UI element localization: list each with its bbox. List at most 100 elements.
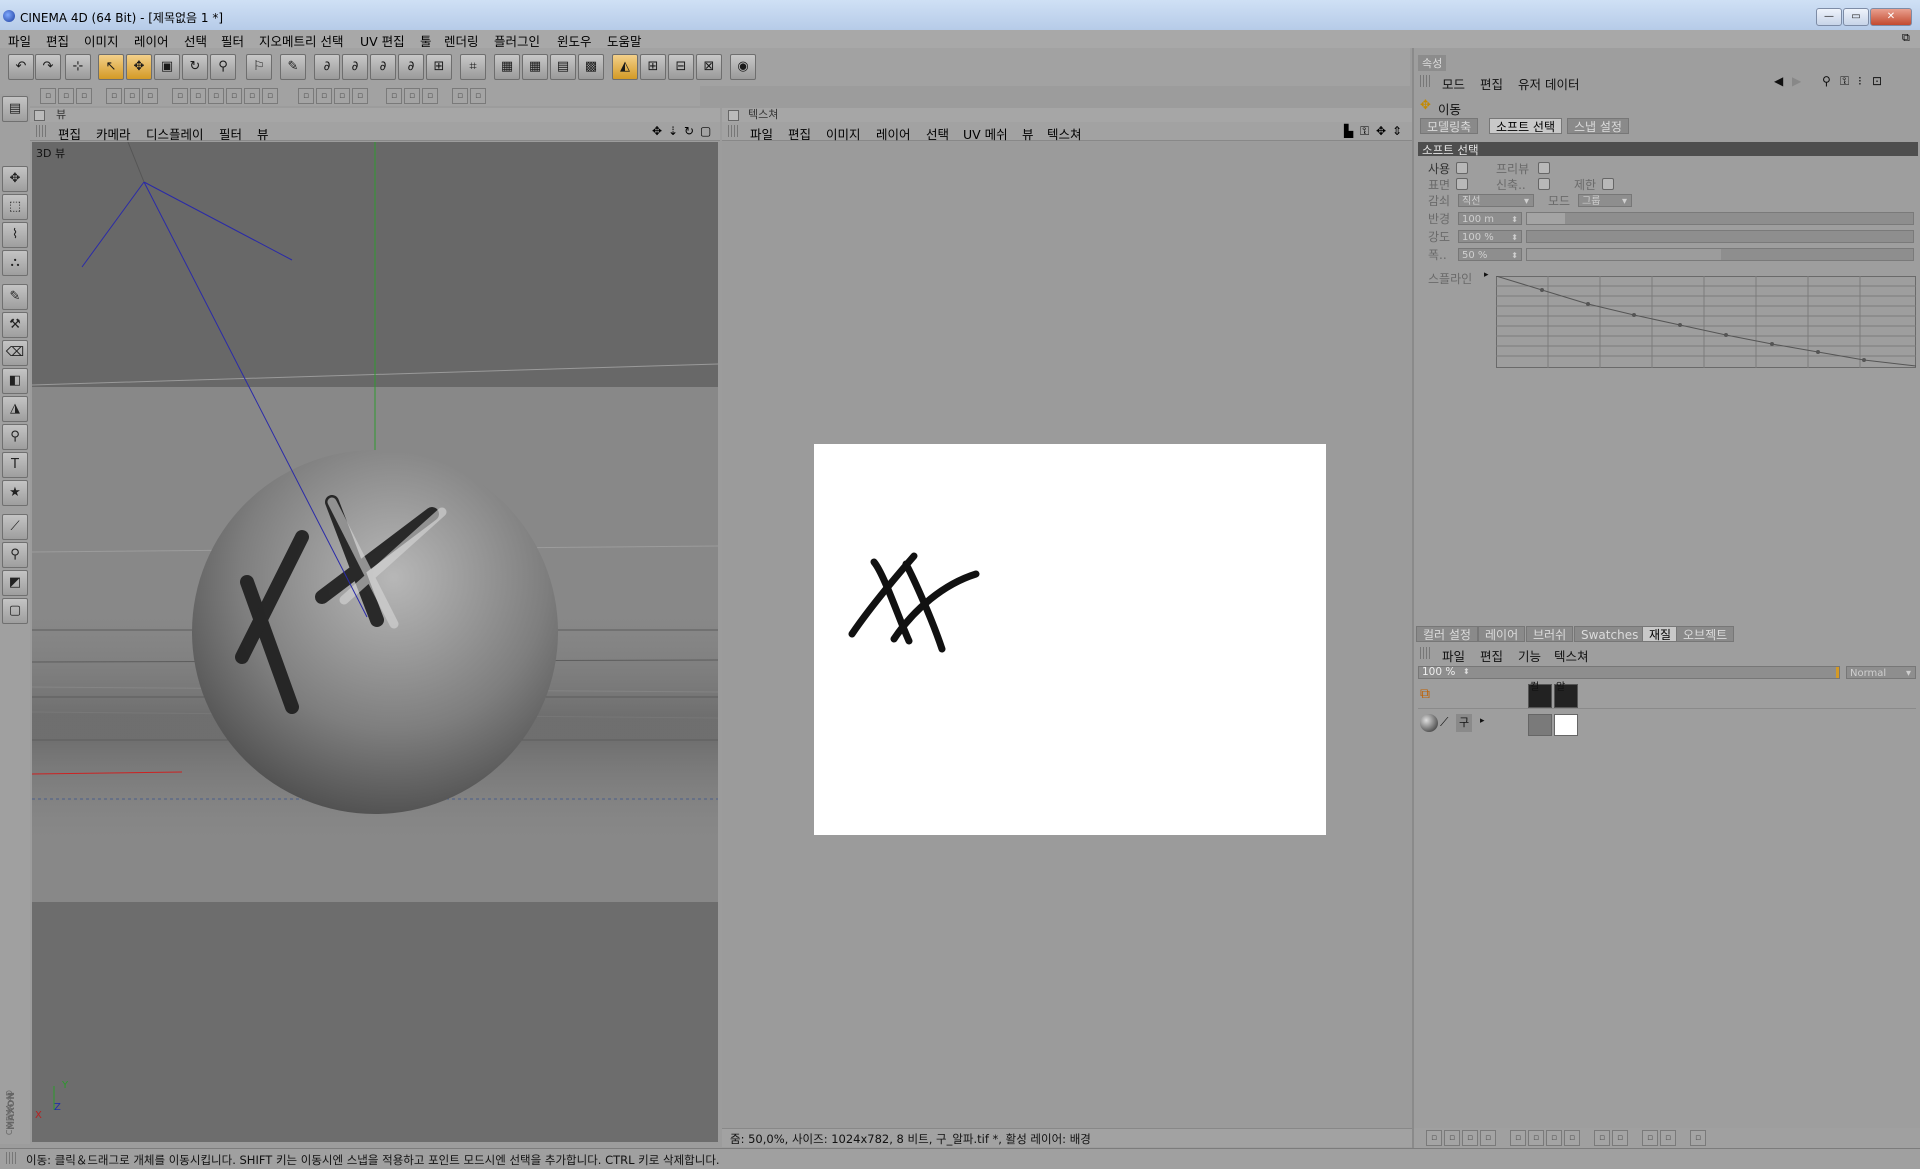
texture-histogram-icon[interactable]: ▙	[1344, 124, 1353, 138]
close-button[interactable]: ✕	[1870, 8, 1912, 26]
layer-tool-5-icon[interactable]: ▫	[1510, 1130, 1526, 1146]
tab-materials[interactable]: 재질	[1642, 626, 1679, 642]
mini-tool-3-icon[interactable]: ▫	[76, 88, 92, 104]
tab-color-settings[interactable]: 컬러 설정	[1416, 626, 1478, 642]
rotate-tool-icon[interactable]: ↻	[182, 54, 208, 80]
nav-back-icon[interactable]: ◀	[1774, 74, 1783, 88]
layers-menu-file[interactable]: 파일	[1442, 646, 1465, 665]
move-pointer-icon[interactable]: ✥	[2, 166, 28, 192]
world-axis-icon[interactable]: ⚐	[246, 54, 272, 80]
lock-axis-icon[interactable]: ⚲	[210, 54, 236, 80]
tab-brush[interactable]: 브러쉬	[1526, 626, 1574, 642]
layer-tool-7-icon[interactable]: ▫	[1546, 1130, 1562, 1146]
layer-tool-4-icon[interactable]: ▫	[1480, 1130, 1496, 1146]
texture-menu-file[interactable]: 파일	[750, 124, 773, 143]
maximize-button[interactable]: ▭	[1843, 8, 1869, 26]
brush-tool-icon[interactable]: ✎	[2, 284, 28, 310]
texture-menu-select[interactable]: 선택	[926, 124, 949, 143]
mini-tool-14-icon[interactable]: ▫	[316, 88, 332, 104]
eyedropper-icon[interactable]: ⟋	[2, 514, 28, 540]
search-icon[interactable]: ⚲	[1822, 74, 1831, 88]
viewport-3d[interactable]: Y X Z 3D 뷰	[32, 142, 718, 1142]
strength-slider[interactable]	[1526, 230, 1914, 243]
texture-lock-icon[interactable]: ⚿	[1360, 124, 1369, 139]
settings-icon[interactable]: ⁝	[1858, 74, 1862, 88]
panel-toggle-icon[interactable]	[34, 110, 45, 121]
viewport-rotate-icon[interactable]: ↻	[684, 124, 694, 138]
mini-tool-7-icon[interactable]: ▫	[172, 88, 188, 104]
layer-tool-10-icon[interactable]: ▫	[1612, 1130, 1628, 1146]
layer-tool-3-icon[interactable]: ▫	[1462, 1130, 1478, 1146]
blend-mode-dropdown[interactable]: Normal ▾	[1846, 666, 1916, 679]
viewport-menu-edit[interactable]: 편집	[58, 124, 81, 143]
mini-tool-13-icon[interactable]: ▫	[298, 88, 314, 104]
opacity-slider[interactable]: 100 % ⬍	[1418, 666, 1840, 679]
layout-3-icon[interactable]: ⊟	[668, 54, 694, 80]
texture-grid-3-icon[interactable]: ▤	[550, 54, 576, 80]
tab-layers[interactable]: 레이어	[1478, 626, 1526, 642]
mini-tool-21-icon[interactable]: ▫	[470, 88, 486, 104]
viewport-menu-filter[interactable]: 필터	[219, 124, 242, 143]
redo-icon[interactable]: ↷	[35, 54, 61, 80]
width-slider[interactable]	[1526, 248, 1914, 261]
texture-menu-texture[interactable]: 텍스쳐	[1047, 124, 1082, 143]
mini-tool-9-icon[interactable]: ▫	[208, 88, 224, 104]
spline-graph[interactable]	[1496, 276, 1916, 368]
fill-bucket-icon[interactable]: ◮	[2, 396, 28, 422]
viewport-maximize-icon[interactable]: ▢	[700, 124, 711, 138]
radius-slider[interactable]	[1526, 212, 1914, 225]
restore-layout-icon[interactable]: ⧉	[1902, 31, 1910, 45]
magnify-icon[interactable]: ⚲	[2, 542, 28, 568]
mini-tool-6-icon[interactable]: ▫	[142, 88, 158, 104]
mode-dropdown[interactable]: 그룹 ▾	[1578, 194, 1632, 207]
texture-grid-1-icon[interactable]: ▦	[494, 54, 520, 80]
tab-modeling-axis[interactable]: 모델링축	[1420, 118, 1479, 134]
brush-mode-4-icon[interactable]: ∂	[398, 54, 424, 80]
brush-mode-3-icon[interactable]: ∂	[370, 54, 396, 80]
texture-canvas-area[interactable]	[722, 142, 1412, 1128]
texture-menu-image[interactable]: 이미지	[826, 124, 861, 143]
mini-tool-12-icon[interactable]: ▫	[262, 88, 278, 104]
attributes-menu-mode[interactable]: 모드	[1442, 74, 1465, 93]
layout-2-icon[interactable]: ⊞	[640, 54, 666, 80]
texture-menu-layer[interactable]: 레이어	[876, 124, 911, 143]
texture-dolly-icon[interactable]: ⇕	[1392, 124, 1402, 138]
material-color-thumb[interactable]	[1528, 714, 1552, 736]
mini-tool-4-icon[interactable]: ▫	[106, 88, 122, 104]
mini-tool-18-icon[interactable]: ▫	[404, 88, 420, 104]
render-icon[interactable]: ◉	[730, 54, 756, 80]
spline-expand-icon[interactable]: ▸	[1484, 270, 1489, 280]
zoom-icon[interactable]: ⚲	[2, 424, 28, 450]
tab-soft-selection[interactable]: 소프트 선택	[1489, 118, 1563, 134]
gradient-icon[interactable]: ◧	[2, 368, 28, 394]
layout-4-icon[interactable]: ⊠	[696, 54, 722, 80]
width-input[interactable]: 50 % ⬍	[1458, 248, 1522, 261]
scale-tool-icon[interactable]: ▣	[154, 54, 180, 80]
mini-tool-11-icon[interactable]: ▫	[244, 88, 260, 104]
mini-tool-10-icon[interactable]: ▫	[226, 88, 242, 104]
radius-input[interactable]: 100 m ⬍	[1458, 212, 1522, 225]
text-tool-icon[interactable]: T	[2, 452, 28, 478]
palette-grip-icon[interactable]: ▤	[2, 96, 28, 122]
lasso-select-icon[interactable]: ⌇	[2, 222, 28, 248]
material-expand-icon[interactable]: ▸	[1480, 716, 1485, 726]
mini-tool-20-icon[interactable]: ▫	[452, 88, 468, 104]
paint-3d-icon[interactable]: ✎	[280, 54, 306, 80]
brush-mode-2-icon[interactable]: ∂	[342, 54, 368, 80]
tab-objects[interactable]: 오브젝트	[1676, 626, 1735, 642]
settings-icon[interactable]: ▢	[2, 598, 28, 624]
rubber-checkbox[interactable]	[1538, 178, 1550, 190]
texture-grid-2-icon[interactable]: ▦	[522, 54, 548, 80]
projection-icon[interactable]: ⌗	[460, 54, 486, 80]
falloff-dropdown[interactable]: 직선 ▾	[1458, 194, 1534, 207]
material-alpha-thumb[interactable]	[1554, 714, 1578, 736]
material-row-sphere[interactable]: ⟋ 구 ▸	[1418, 712, 1916, 736]
mini-tool-5-icon[interactable]: ▫	[124, 88, 140, 104]
texture-menu-edit[interactable]: 편집	[788, 124, 811, 143]
live-select-icon[interactable]: ⊹	[65, 54, 91, 80]
nav-forward-icon[interactable]: ▶	[1792, 74, 1801, 88]
texture-grid-4-icon[interactable]: ▩	[578, 54, 604, 80]
strength-input[interactable]: 100 % ⬍	[1458, 230, 1522, 243]
opacity-slider-handle[interactable]	[1836, 667, 1839, 678]
mini-tool-17-icon[interactable]: ▫	[386, 88, 402, 104]
